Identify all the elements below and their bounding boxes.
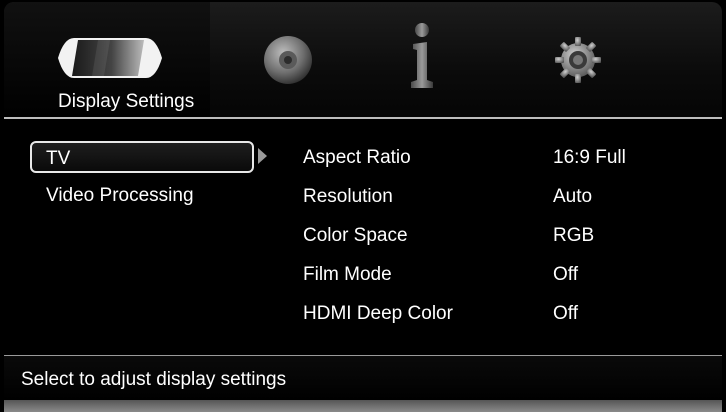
category-label: Video Processing xyxy=(46,185,194,206)
chevron-right-icon xyxy=(258,148,267,164)
status-bar: Select to adjust display settings xyxy=(4,356,722,400)
tab-label: Display Settings xyxy=(58,91,195,112)
setting-aspect-ratio-value: 16:9 Full xyxy=(553,147,626,168)
category-label: TV xyxy=(46,148,71,169)
setting-color-space[interactable]: Color Space xyxy=(303,225,408,247)
setting-film-mode[interactable]: Film Mode xyxy=(303,264,392,286)
category-tv[interactable]: TV xyxy=(30,141,254,173)
status-text: Select to adjust display settings xyxy=(21,369,287,390)
setting-color-space-value: RGB xyxy=(553,225,595,246)
setting-film-mode-value: Off xyxy=(553,264,578,285)
bottom-bar xyxy=(4,400,722,412)
setting-aspect-ratio[interactable]: Aspect Ratio xyxy=(303,147,411,169)
audio-disc-icon[interactable] xyxy=(262,34,314,91)
category-video-processing[interactable]: Video Processing xyxy=(46,180,194,212)
info-icon[interactable] xyxy=(409,22,435,93)
setting-resolution[interactable]: Resolution xyxy=(303,186,393,208)
setting-hdmi-deep-color-value: Off xyxy=(553,303,578,324)
gear-icon[interactable] xyxy=(554,36,602,89)
settings-screen: Display Settings TV Video Processing Asp… xyxy=(0,0,726,412)
setting-hdmi-deep-color[interactable]: HDMI Deep Color xyxy=(303,303,453,325)
setting-resolution-value: Auto xyxy=(553,186,593,207)
display-icon xyxy=(58,34,162,87)
